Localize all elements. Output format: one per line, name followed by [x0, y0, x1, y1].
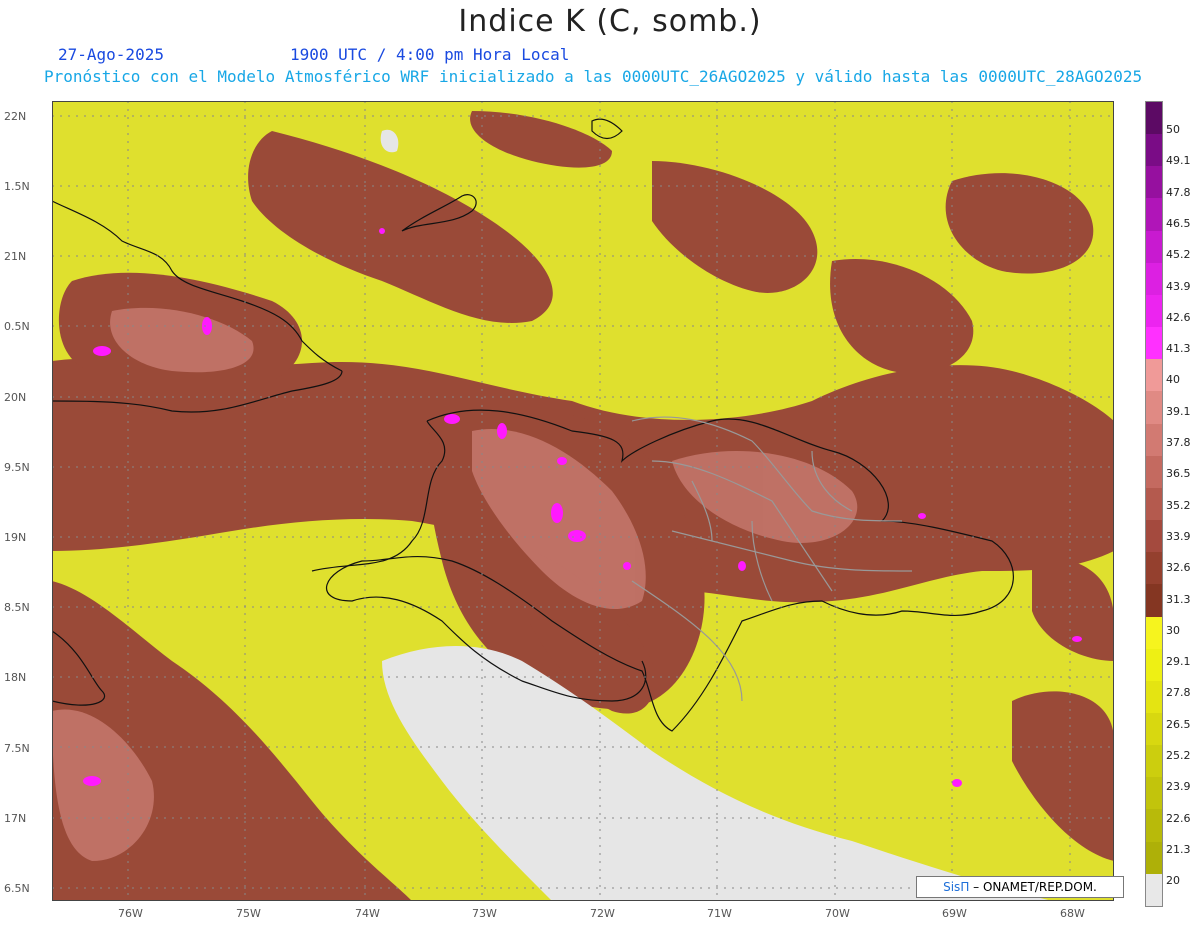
- lat-label: 7.5N: [4, 742, 30, 755]
- colorbar-segment: [1146, 584, 1162, 617]
- colorbar-segment: [1146, 841, 1162, 874]
- colorbar-label: 22.6: [1166, 811, 1191, 825]
- lat-label: 18N: [4, 671, 26, 684]
- colorbar-label: 40: [1166, 373, 1180, 387]
- colorbar-segment: [1146, 230, 1162, 263]
- colorbar-segment: [1146, 712, 1162, 746]
- colorbar-label: 41.3: [1166, 342, 1191, 356]
- colorbar-segment: [1146, 809, 1162, 842]
- colorbar-label: 45.2: [1166, 248, 1191, 262]
- lon-label: 71W: [707, 907, 732, 920]
- colorbar-label: 47.8: [1166, 185, 1191, 199]
- lat-label: 0.5N: [4, 320, 30, 333]
- lon-label: 74W: [355, 907, 380, 920]
- lat-label: 19N: [4, 531, 26, 544]
- colorbar: [1145, 101, 1163, 907]
- colorbar-segment: [1146, 680, 1162, 713]
- colorbar-label: 49.1: [1166, 154, 1191, 168]
- lat-label: 1.5N: [4, 180, 30, 193]
- colorbar-label: 23.9: [1166, 780, 1191, 794]
- lon-label: 73W: [472, 907, 497, 920]
- colorbar-segment: [1146, 391, 1162, 424]
- colorbar-label: 39.1: [1166, 404, 1191, 418]
- longitude-labels: 76W 75W 74W 73W 72W 71W 70W 69W 68W: [118, 907, 1085, 920]
- colorbar-segment: [1146, 359, 1162, 392]
- lat-label: 9.5N: [4, 461, 30, 474]
- colorbar-segment: [1146, 102, 1162, 135]
- credit-box: SisΠ – ONAMET/REP.DOM.: [916, 876, 1124, 898]
- lon-label: 75W: [236, 907, 261, 920]
- map-axes: 22N 1.5N 21N 0.5N 20N 9.5N 19N 8.5N 18N …: [4, 110, 1085, 920]
- colorbar-label: 32.6: [1166, 561, 1191, 575]
- lat-label: 6.5N: [4, 882, 30, 895]
- colorbar-label: 20: [1166, 874, 1180, 888]
- lon-label: 69W: [942, 907, 967, 920]
- colorbar-label: 35.2: [1166, 498, 1191, 512]
- colorbar-segment: [1146, 873, 1162, 906]
- colorbar-segment: [1146, 616, 1162, 649]
- colorbar-label: 46.5: [1166, 216, 1191, 230]
- colorbar-label: 31.3: [1166, 592, 1191, 606]
- credit-text: – ONAMET/REP.DOM.: [969, 880, 1097, 894]
- colorbar-label: 30: [1166, 623, 1180, 637]
- lon-label: 72W: [590, 907, 615, 920]
- colorbar-label: 25.2: [1166, 749, 1191, 762]
- lon-label: 68W: [1060, 907, 1085, 920]
- colorbar-label: 43.9: [1166, 279, 1191, 293]
- colorbar-segment: [1146, 423, 1162, 456]
- latitude-labels: 22N 1.5N 21N 0.5N 20N 9.5N 19N 8.5N 18N …: [4, 110, 30, 895]
- credit-brand: SisΠ: [943, 880, 970, 894]
- lon-label: 70W: [825, 907, 850, 920]
- colorbar-segment: [1146, 327, 1162, 360]
- colorbar-label: 37.8: [1166, 436, 1191, 449]
- colorbar-label: 33.9: [1166, 529, 1191, 543]
- lat-label: 22N: [4, 110, 26, 123]
- colorbar-segment: [1146, 487, 1162, 521]
- colorbar-segment: [1146, 552, 1162, 585]
- colorbar-segment: [1146, 520, 1162, 553]
- colorbar-segment: [1146, 134, 1162, 167]
- lat-label: 21N: [4, 250, 26, 263]
- colorbar-segment: [1146, 745, 1162, 778]
- colorbar-label: 42.6: [1166, 310, 1191, 324]
- colorbar-label: 29.1: [1166, 655, 1191, 669]
- colorbar-segment: [1146, 455, 1162, 488]
- colorbar-label: 21.3: [1166, 842, 1191, 856]
- colorbar-segment: [1146, 198, 1162, 231]
- lat-label: 8.5N: [4, 601, 30, 614]
- colorbar-segment: [1146, 166, 1162, 199]
- colorbar-label: 26.5: [1166, 717, 1191, 731]
- colorbar-label: 27.8: [1166, 686, 1191, 700]
- lon-label: 76W: [118, 907, 143, 920]
- lat-label: 20N: [4, 391, 26, 404]
- colorbar-segment: [1146, 262, 1162, 295]
- colorbar-segment: [1146, 648, 1162, 681]
- lat-label: 17N: [4, 812, 26, 825]
- colorbar-label: 36.5: [1166, 467, 1191, 481]
- colorbar-label: 50: [1166, 123, 1180, 136]
- colorbar-segment: [1146, 294, 1162, 328]
- colorbar-segment: [1146, 777, 1162, 810]
